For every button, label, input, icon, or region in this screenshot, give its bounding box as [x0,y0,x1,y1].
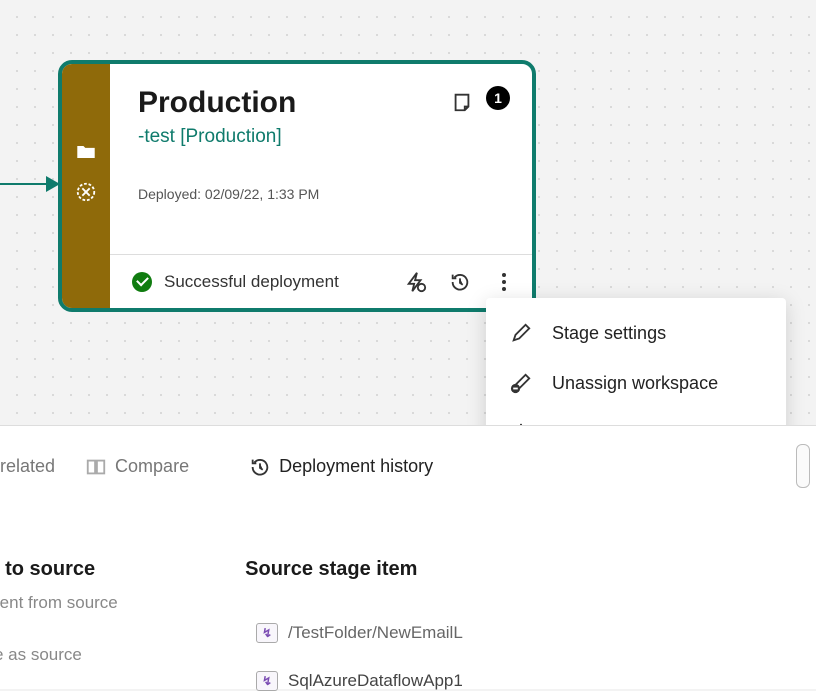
toolbar-compare[interactable]: Compare [81,456,193,478]
note-icon[interactable] [450,90,474,114]
stage-title: Production [138,86,450,120]
compare-icon [85,456,107,478]
menu-item-label: Unassign workspace [552,373,718,394]
sync-off-icon [74,180,98,204]
history-icon [249,456,271,478]
unassign-icon [510,372,532,394]
toolbar-related[interactable]: related [0,456,59,477]
menu-item-label: Stage settings [552,323,666,344]
workspace-name: -test [Production] [138,126,510,148]
rules-icon[interactable] [404,270,428,294]
row-label-rent: rent from source [0,593,816,613]
column-header-to-source: l to source [0,558,95,581]
connector-arrow [0,183,58,185]
stage-card-production: Production 1 -test [Production] Deployed… [58,60,536,312]
list-item[interactable]: ↯ SqlAzureDataflowApp1 [256,671,816,691]
more-options-button[interactable] [492,270,516,294]
folder-icon [74,140,98,164]
pencil-icon [510,322,532,344]
toolbar-deployment-history[interactable]: Deployment history [245,456,437,478]
column-header-source-stage: Source stage item [245,558,417,581]
success-check-icon [132,272,152,292]
status-text: Successful deployment [164,272,392,292]
toolbar: related Compare Deployment history [0,426,816,508]
list-item[interactable]: ↯ /TestFolder/NewEmailL [256,623,816,643]
card-body: Production 1 -test [Production] Deployed… [110,64,532,308]
history-icon[interactable] [448,270,472,294]
deployed-timestamp: Deployed: 02/09/22, 1:33 PM [138,186,510,202]
right-edge-button[interactable] [796,444,810,488]
count-badge: 1 [486,86,510,110]
card-footer: Successful deployment [110,254,532,308]
card-side-rail [62,64,110,308]
bottom-panel: related Compare Deployment history l to … [0,425,816,689]
dataflow-icon: ↯ [256,671,278,691]
menu-item-unassign-workspace[interactable]: Unassign workspace [486,358,786,408]
menu-item-stage-settings[interactable]: Stage settings [486,308,786,358]
dataflow-icon: ↯ [256,623,278,643]
